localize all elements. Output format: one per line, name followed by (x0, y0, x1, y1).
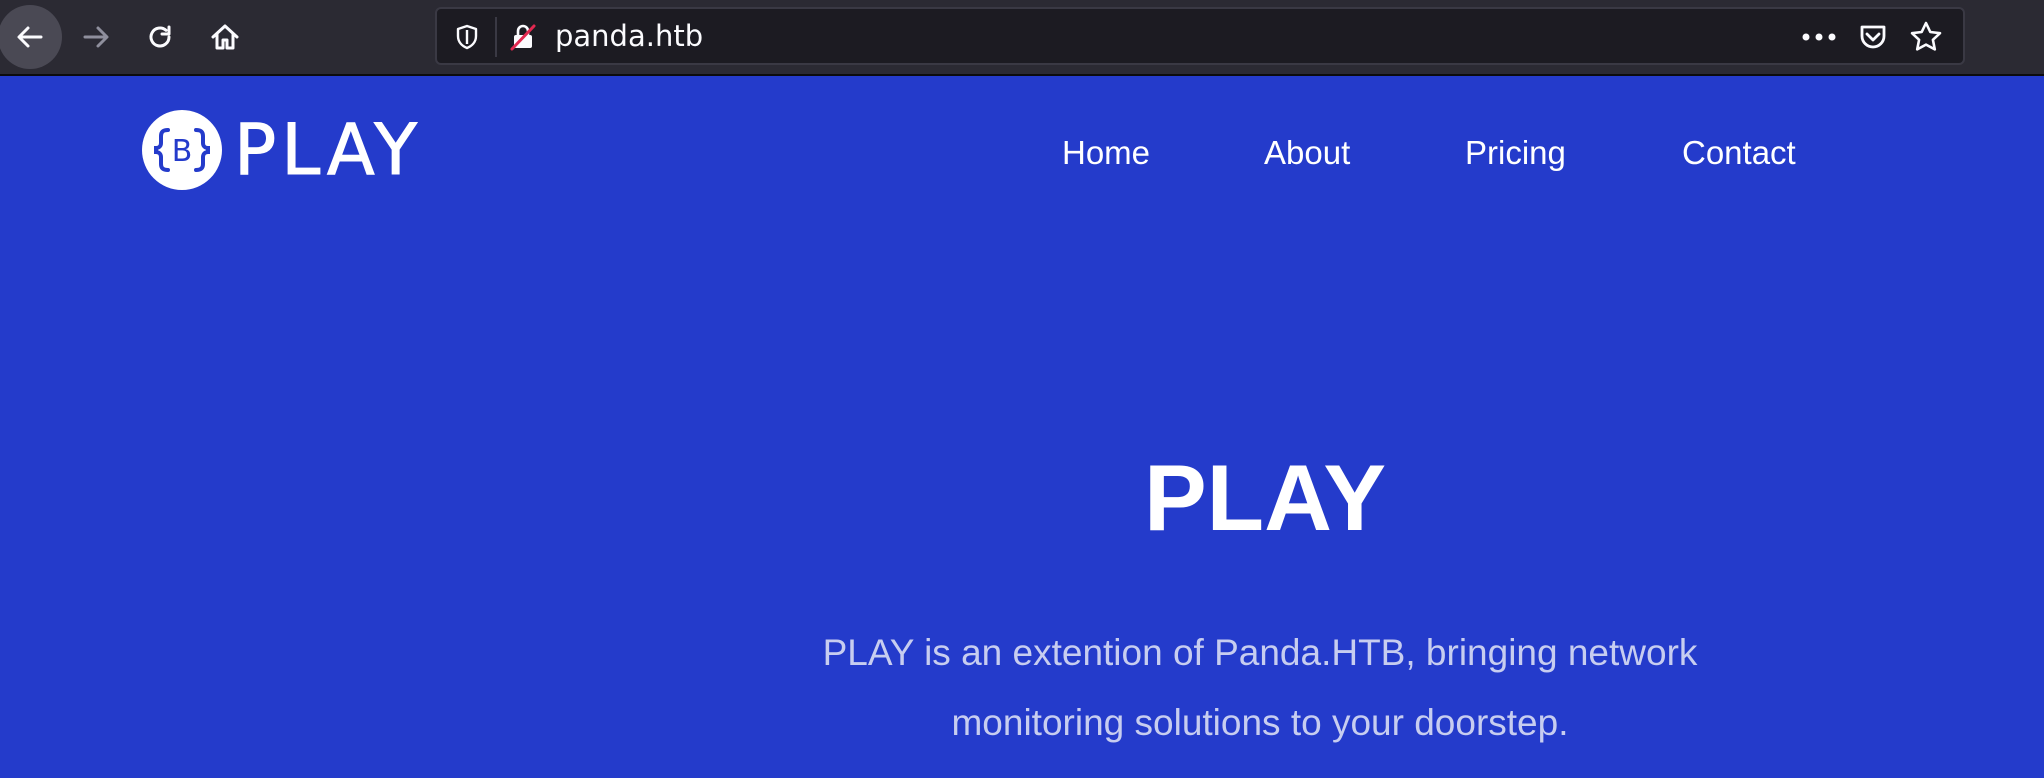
lock-slashed-icon (510, 24, 536, 51)
shield-icon (456, 24, 478, 50)
nav-pricing[interactable]: Pricing (1465, 128, 1566, 178)
bookmark-button[interactable] (1907, 18, 1945, 56)
bootstrap-logo-icon: B (142, 110, 222, 190)
url-text[interactable]: panda.htb (555, 9, 703, 63)
site-identity-button[interactable] (507, 21, 539, 53)
page-actions-button[interactable] (1799, 19, 1839, 55)
logo-text: PLAY (233, 109, 423, 191)
home-button[interactable] (193, 5, 257, 69)
star-icon (1910, 21, 1942, 51)
site-logo[interactable]: B PLAY (142, 109, 423, 191)
forward-button[interactable] (64, 5, 128, 69)
pocket-button[interactable] (1855, 19, 1891, 55)
browser-toolbar: panda.htb (0, 0, 2044, 76)
tracking-protection-button[interactable] (451, 21, 483, 53)
arrow-left-icon (17, 26, 43, 48)
ellipsis-icon (1802, 33, 1836, 41)
nav-about[interactable]: About (1264, 128, 1350, 178)
page-content: B PLAY Home About Pricing Contact PLAY P… (0, 78, 2044, 778)
pocket-icon (1860, 25, 1886, 49)
arrow-right-icon (83, 26, 109, 48)
hero-description: PLAY is an extention of Panda.HTB, bring… (822, 632, 1698, 743)
nav-home[interactable]: Home (1062, 128, 1150, 178)
hero-title: PLAY (1143, 445, 1387, 550)
home-icon (211, 24, 239, 50)
reload-icon (149, 25, 171, 48)
url-divider (495, 17, 497, 57)
url-bar[interactable]: panda.htb (435, 7, 1965, 65)
back-button[interactable] (0, 5, 62, 69)
logo-mark-letter: B (172, 134, 193, 169)
reload-button[interactable] (128, 5, 192, 69)
nav-contact[interactable]: Contact (1682, 128, 1796, 178)
